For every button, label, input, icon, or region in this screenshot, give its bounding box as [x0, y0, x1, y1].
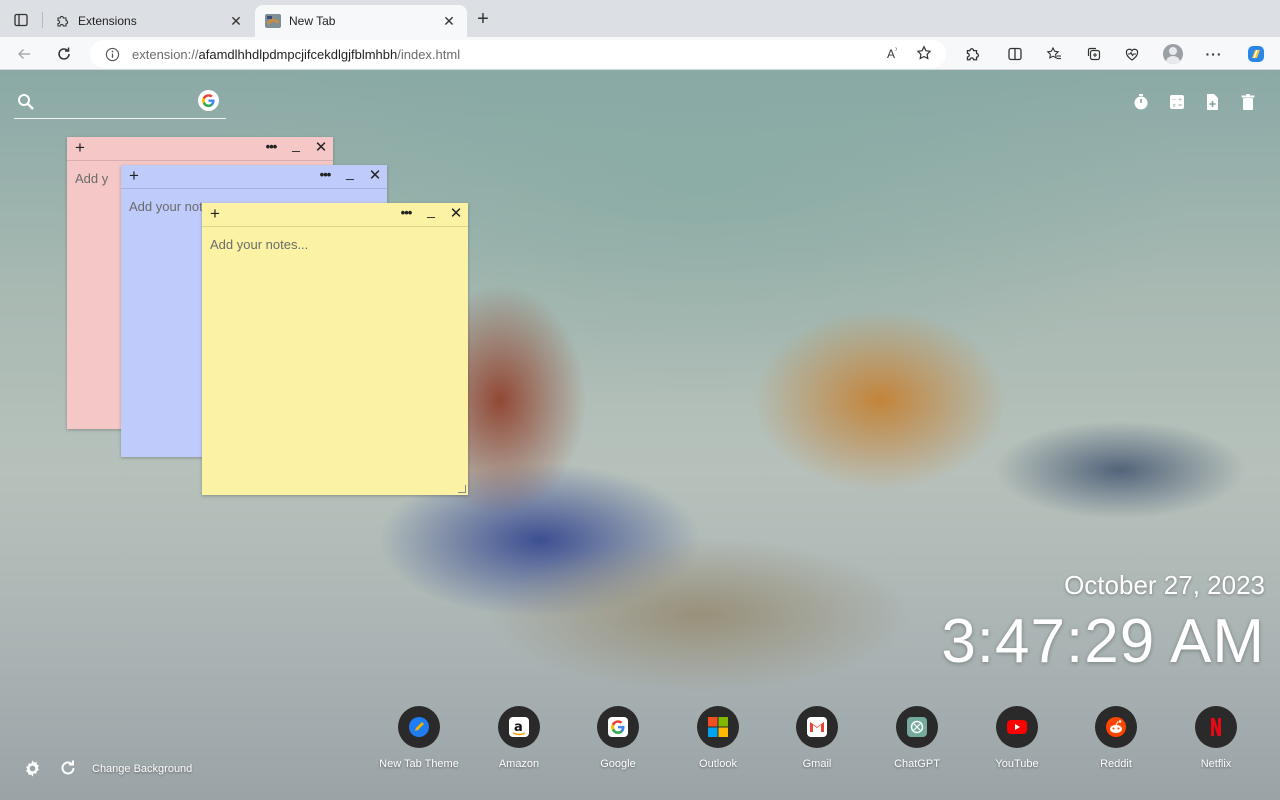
shortcut-outlook[interactable]: Outlook	[673, 706, 763, 770]
url-scheme: extension://	[132, 46, 199, 62]
shortcut-label: Reddit	[1100, 758, 1132, 770]
shortcut-google[interactable]: Google	[573, 706, 663, 770]
reddit-icon	[1095, 706, 1137, 748]
split-screen-icon[interactable]	[1001, 40, 1029, 68]
microsoft-icon	[697, 706, 739, 748]
add-note-icon[interactable]	[1202, 92, 1222, 112]
browser-toolbar: extension://afamdlhhdlpdmpcjifcekdlgjfbl…	[0, 37, 1280, 70]
browser-essentials-icon[interactable]	[1118, 40, 1146, 68]
tab-actions-icon[interactable]	[8, 8, 34, 32]
note-header[interactable]: + ••• _ ✕	[121, 164, 387, 189]
note-text[interactable]: Add your notes...	[75, 171, 108, 186]
shortcut-label: Google	[600, 758, 636, 770]
favorite-star-icon[interactable]	[912, 41, 936, 65]
close-tab-icon[interactable]: ✕	[228, 13, 244, 29]
tab-new-tab[interactable]: New Tab ✕	[255, 5, 467, 37]
shortcut-label: YouTube	[995, 758, 1039, 770]
gmail-icon	[796, 706, 838, 748]
google-icon[interactable]	[198, 90, 219, 111]
add-note-icon[interactable]: +	[208, 204, 222, 224]
svg-text:=: =	[1178, 103, 1182, 109]
new-tab-button[interactable]: +	[472, 9, 494, 31]
tab-separator	[42, 12, 43, 28]
svg-text:×: ×	[1172, 103, 1176, 109]
shortcut-label: Netflix	[1200, 758, 1232, 770]
info-icon[interactable]	[104, 46, 120, 62]
sticky-note-yellow[interactable]: + ••• _ ✕ Add your notes...	[202, 202, 468, 495]
netflix-icon	[1195, 706, 1237, 748]
favorites-icon[interactable]	[1040, 40, 1068, 68]
search-input[interactable]	[44, 90, 194, 114]
add-note-icon[interactable]: +	[73, 138, 87, 158]
note-header[interactable]: + ••• _ ✕	[202, 202, 468, 227]
chatgpt-icon	[896, 706, 938, 748]
amazon-icon: a	[498, 706, 540, 748]
svg-text:a: a	[514, 720, 523, 735]
note-text[interactable]: Add your notes...	[210, 237, 308, 252]
profile-avatar-icon[interactable]	[1159, 40, 1187, 68]
shortcut-youtube[interactable]: YouTube	[972, 706, 1062, 770]
minimize-icon[interactable]: _	[343, 164, 357, 180]
puzzle-icon	[54, 13, 70, 29]
back-icon[interactable]	[10, 40, 38, 68]
url-path: /index.html	[397, 46, 461, 62]
shortcut-label: Outlook	[699, 758, 737, 770]
tab-strip: Extensions ✕ New Tab ✕ +	[0, 0, 1280, 37]
reload-icon[interactable]	[50, 40, 78, 68]
time-display: 3:47:29 AM	[941, 607, 1265, 676]
new-tab-page: −+×= + ••• _ ✕ Add your notes... + ••• _…	[0, 70, 1280, 800]
shortcut-reddit[interactable]: Reddit	[1071, 706, 1161, 770]
minimize-icon[interactable]: _	[289, 136, 303, 152]
date-display: October 27, 2023	[1064, 570, 1265, 600]
shortcut-label: Amazon	[498, 758, 540, 770]
url-host: afamdlhhdlpdmpcjifcekdlgjfblmhbh	[198, 46, 398, 62]
close-note-icon[interactable]: ✕	[314, 139, 328, 157]
shortcut-label: ChatGPT	[894, 758, 940, 770]
shortcut-netflix[interactable]: Netflix	[1171, 706, 1261, 770]
change-background-link[interactable]: Change Background	[92, 763, 192, 775]
new-tab-theme-icon	[398, 706, 440, 748]
more-options-icon[interactable]: •••	[397, 205, 415, 220]
tab-extensions[interactable]: Extensions ✕	[44, 5, 254, 37]
trash-icon[interactable]	[1238, 92, 1258, 112]
more-options-icon[interactable]: •••	[262, 139, 280, 154]
read-aloud-icon[interactable]: A⁾	[880, 41, 904, 65]
timer-icon[interactable]	[1131, 92, 1151, 112]
close-tab-icon[interactable]: ✕	[441, 13, 457, 29]
shortcut-chatgpt[interactable]: ChatGPT	[872, 706, 962, 770]
youtube-icon	[996, 706, 1038, 748]
shortcut-label: New Tab Theme	[379, 758, 459, 770]
resize-handle[interactable]	[458, 485, 466, 493]
note-text[interactable]: Add your notes...	[129, 199, 202, 214]
shortcut-label: Gmail	[802, 758, 832, 770]
shortcut-amazon[interactable]: a Amazon	[474, 706, 564, 770]
more-menu-icon[interactable]: ···	[1200, 40, 1228, 68]
calculator-icon[interactable]: − + × =	[1167, 92, 1187, 112]
refresh-background-icon[interactable]	[58, 758, 78, 778]
shortcut-gmail[interactable]: Gmail	[772, 706, 862, 770]
copilot-icon[interactable]	[1242, 40, 1270, 68]
search-icon[interactable]	[16, 92, 36, 112]
more-options-icon[interactable]: •••	[316, 167, 334, 182]
extensions-puzzle-icon[interactable]	[958, 40, 986, 68]
google-icon	[597, 706, 639, 748]
search-bar	[14, 88, 226, 119]
duck-thumbnail-icon	[265, 13, 281, 29]
tab-title: New Tab	[289, 14, 336, 28]
tab-title: Extensions	[78, 14, 137, 28]
minimize-icon[interactable]: _	[424, 202, 438, 218]
collections-icon[interactable]	[1080, 40, 1108, 68]
shortcut-new-tab-theme[interactable]: New Tab Theme	[374, 706, 464, 770]
close-note-icon[interactable]: ✕	[368, 167, 382, 185]
add-note-icon[interactable]: +	[127, 166, 141, 186]
address-bar[interactable]: extension://afamdlhhdlpdmpcjifcekdlgjfbl…	[90, 40, 946, 68]
close-note-icon[interactable]: ✕	[449, 205, 463, 223]
note-header[interactable]: + ••• _ ✕	[67, 136, 333, 161]
gear-icon[interactable]	[22, 758, 42, 778]
